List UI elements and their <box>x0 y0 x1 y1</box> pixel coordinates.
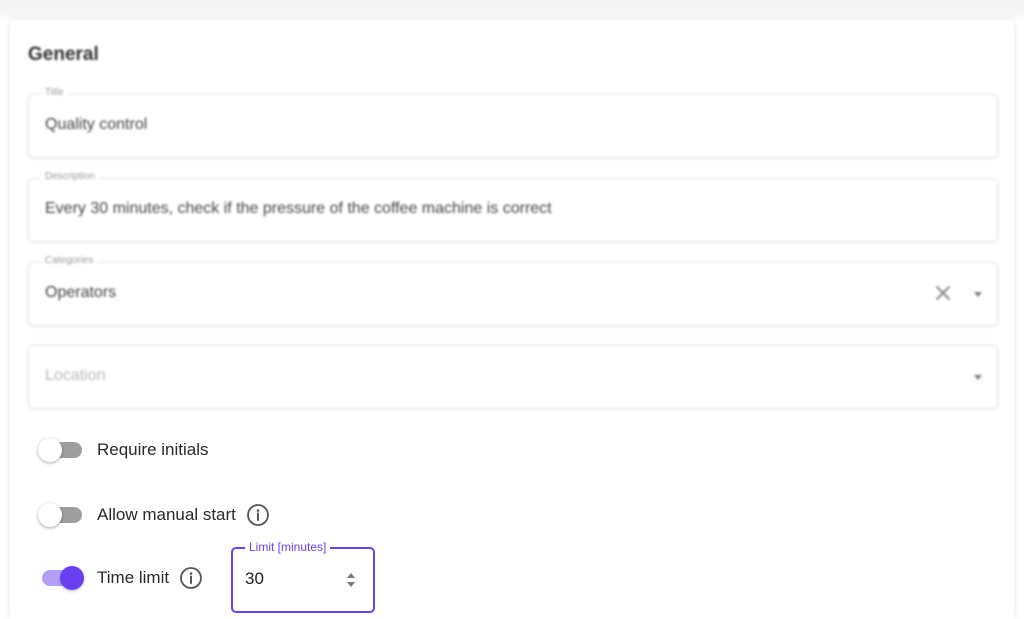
time-limit-row: Time limit <box>38 563 203 593</box>
time-limit-toggle[interactable] <box>38 565 84 591</box>
section-title: General <box>28 44 99 65</box>
title-field-value: Quality control <box>45 116 148 133</box>
limit-minutes-field[interactable]: Limit [minutes] <box>231 540 375 613</box>
info-icon[interactable] <box>246 503 270 527</box>
require-initials-row: Require initials <box>38 435 209 465</box>
caret-down-icon[interactable] <box>973 372 983 382</box>
close-icon[interactable] <box>933 283 953 303</box>
info-icon[interactable] <box>179 566 203 590</box>
title-field-label: Title <box>41 87 68 98</box>
caret-down-icon[interactable] <box>973 289 983 299</box>
title-field[interactable]: Title Quality control <box>28 87 998 158</box>
location-select-placeholder: Location <box>45 367 106 384</box>
description-field-value: Every 30 minutes, check if the pressure … <box>45 200 552 217</box>
up-down-arrows-icon[interactable] <box>345 570 357 590</box>
allow-manual-start-toggle[interactable] <box>38 502 84 528</box>
page: General Title Quality control Descriptio… <box>0 0 1024 619</box>
location-select[interactable]: Location <box>28 345 998 409</box>
limit-minutes-label: Limit [minutes] <box>245 540 331 554</box>
limit-minutes-input[interactable] <box>245 567 325 591</box>
require-initials-label: Require initials <box>97 440 209 459</box>
allow-manual-start-label: Allow manual start <box>97 505 236 524</box>
allow-manual-start-row: Allow manual start <box>38 500 270 530</box>
categories-select-value: Operators <box>45 284 117 301</box>
general-fields-area: General Title Quality control Descriptio… <box>0 0 1024 420</box>
require-initials-toggle[interactable] <box>38 437 84 463</box>
description-field[interactable]: Description Every 30 minutes, check if t… <box>28 171 998 242</box>
categories-select[interactable]: Categories Operators <box>28 255 998 326</box>
description-field-label: Description <box>41 171 100 182</box>
categories-select-label: Categories <box>41 255 98 266</box>
time-limit-label: Time limit <box>97 568 170 587</box>
